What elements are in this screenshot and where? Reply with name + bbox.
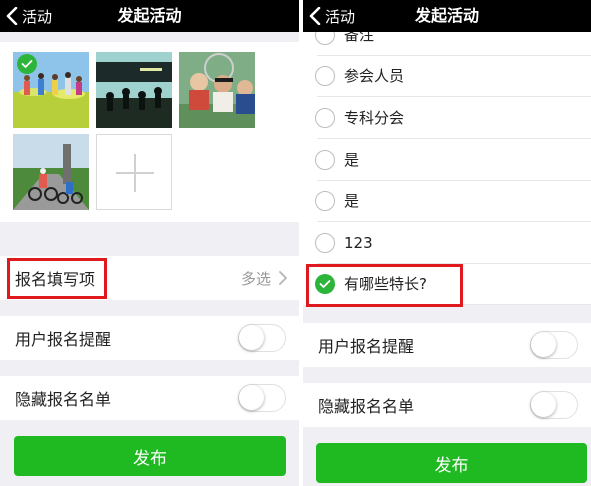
photo-thumb-3[interactable] [179,52,255,128]
photo-grid [0,42,299,222]
toggle-knob [531,392,556,417]
option-label: 参会人员 [344,67,405,85]
option-label: 是 [344,192,360,210]
nav-bar: 活动 发起活动 [303,0,591,32]
nav-bar: 活动 发起活动 [0,0,299,32]
checkmark-icon [21,60,33,68]
publish-button[interactable]: 发布 [14,436,286,476]
hide-list-toggle[interactable] [530,391,578,419]
signup-reminder-toggle[interactable] [238,324,286,352]
photo-thumb-2[interactable] [96,52,172,128]
hide-list-toggle[interactable] [238,384,286,412]
highlight-box [306,264,463,307]
signup-reminder-row: 用户报名提醒 [303,323,591,367]
left-screen: 活动 发起活动 报名填写项 多选 用户报名提醒 隐藏报名名单 发布 [0,0,299,486]
option-row[interactable]: 专科分会 [303,98,591,139]
radio-button[interactable] [315,150,335,170]
toggle-knob [239,385,264,410]
selected-check-badge [17,54,37,74]
option-label: 专科分会 [344,109,405,127]
signup-reminder-toggle[interactable] [530,331,578,359]
hide-list-label: 隐藏报名名单 [15,390,112,409]
photo-thumb-1[interactable] [13,52,89,128]
option-row[interactable]: 参会人员 [303,56,591,97]
option-row[interactable]: 123 [303,223,591,264]
radio-button[interactable] [315,32,335,45]
radio-button[interactable] [315,191,335,211]
page-title: 发起活动 [117,6,182,25]
option-row[interactable]: 是 [303,140,591,181]
option-row[interactable]: 备注 [303,32,591,56]
option-label: 备注 [344,32,375,44]
radio-button[interactable] [315,108,335,128]
publish-button[interactable]: 发布 [316,443,587,483]
hide-list-row: 隐藏报名名单 [303,383,591,427]
page-title: 发起活动 [414,6,479,25]
toggle-knob [239,325,264,350]
radio-button[interactable] [315,233,335,253]
option-row[interactable]: 是 [303,181,591,222]
add-photo-button[interactable] [96,134,172,210]
highlight-box [7,258,107,299]
right-screen: 备注 参会人员 专科分会 是 是 123 有哪些特长? 活动 发起活动 用户报名… [303,0,591,486]
hide-list-row: 隐藏报名名单 [0,376,299,420]
hide-list-label: 隐藏报名名单 [318,397,415,416]
photo-thumb-4[interactable] [13,134,89,210]
option-label: 是 [344,151,360,169]
chevron-right-icon [279,271,287,285]
signup-reminder-label: 用户报名提醒 [15,330,112,349]
radio-button[interactable] [315,66,335,86]
signup-fields-value: 多选 [240,269,271,288]
option-label: 123 [344,234,373,252]
toggle-knob [531,332,556,357]
signup-reminder-row: 用户报名提醒 [0,316,299,360]
signup-reminder-label: 用户报名提醒 [318,337,415,356]
